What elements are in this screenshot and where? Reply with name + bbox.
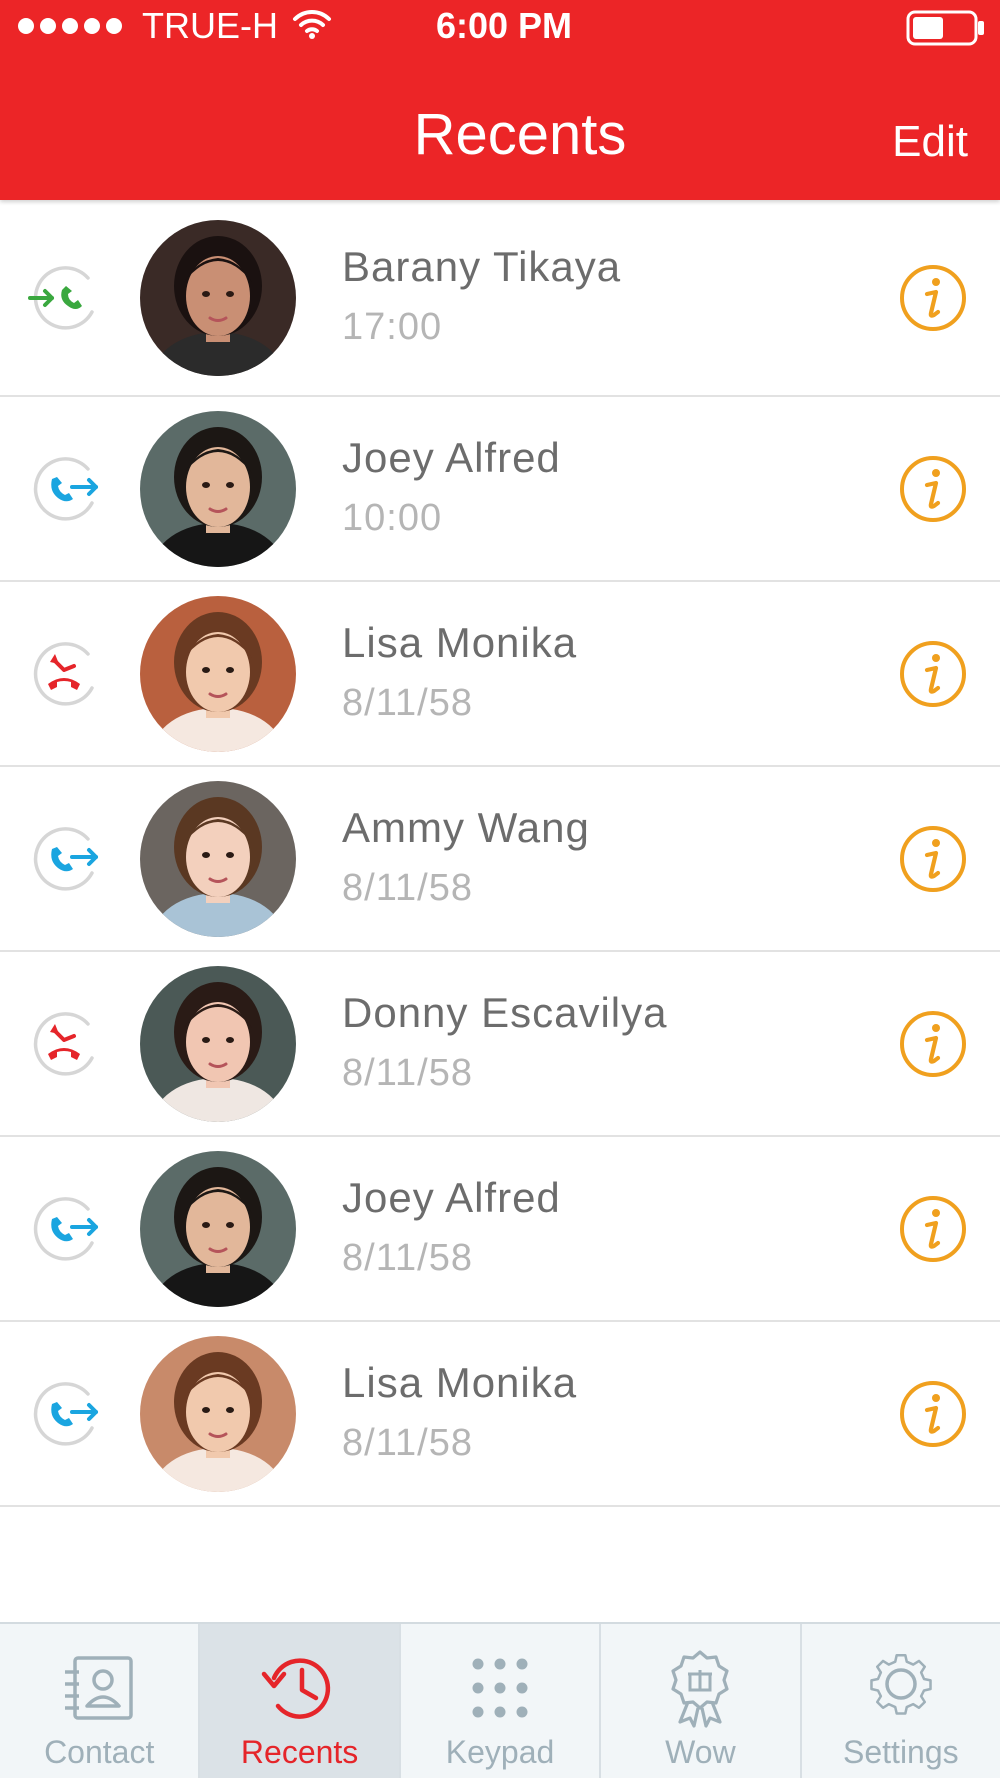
contact-name: Donny Escavilya <box>342 988 668 1036</box>
contact-name: Ammy Wang <box>342 803 590 851</box>
status-time: 6:00 PM <box>0 4 1000 48</box>
contact-card-icon <box>65 1656 133 1720</box>
contact-name: Barany Tikaya <box>342 242 622 290</box>
contact-name: Joey Alfred <box>342 433 561 481</box>
call-time: 8/11/58 <box>342 1051 473 1094</box>
app-header: TRUE-H 6:00 PM Recents Edit <box>0 0 1000 200</box>
contact-name: Joey Alfred <box>342 1173 561 1221</box>
call-time: 8/11/58 <box>342 1236 473 1279</box>
outgoing-call-icon <box>26 1191 102 1267</box>
tab-wow[interactable]: Wow <box>601 1624 802 1778</box>
info-icon[interactable] <box>898 1009 968 1079</box>
contact-name: Lisa Monika <box>342 618 578 666</box>
contact-name: Lisa Monika <box>342 1358 578 1406</box>
call-row[interactable]: Barany Tikaya 17:00 <box>0 200 1000 397</box>
keypad-icon <box>472 1658 528 1718</box>
call-row[interactable]: Joey Alfred 10:00 <box>0 397 1000 582</box>
tab-contact[interactable]: Contact <box>0 1624 201 1778</box>
call-time: 17:00 <box>342 305 443 348</box>
avatar <box>140 410 296 567</box>
call-time: 8/11/58 <box>342 681 473 724</box>
tab-label: Wow <box>665 1734 736 1770</box>
avatar <box>140 1335 296 1492</box>
recent-calls-list: Barany Tikaya 17:00 Joey Alfred 10:00 Lisa M… <box>0 200 1000 1507</box>
page-title: Recents <box>413 102 627 167</box>
info-icon[interactable] <box>898 454 968 524</box>
avatar <box>140 595 296 752</box>
info-icon[interactable] <box>898 1379 968 1449</box>
gear-icon <box>870 1653 932 1715</box>
call-row[interactable]: Lisa Monika 8/11/58 <box>0 582 1000 767</box>
status-time-text: 6:00 PM <box>435 5 573 46</box>
tab-label: Recents <box>240 1734 359 1770</box>
info-icon[interactable] <box>898 1194 968 1264</box>
gift-badge-icon <box>671 1650 730 1728</box>
battery-icon <box>906 10 984 46</box>
tab-label: Settings <box>843 1734 959 1770</box>
call-time: 8/11/58 <box>342 1421 473 1464</box>
outgoing-call-icon <box>26 821 102 897</box>
tab-settings[interactable]: Settings <box>802 1624 1000 1778</box>
avatar <box>140 965 296 1122</box>
call-row[interactable]: Joey Alfred 8/11/58 <box>0 1137 1000 1322</box>
tab-label: Contact <box>44 1734 155 1770</box>
tab-label: Keypad <box>445 1734 555 1770</box>
avatar <box>140 219 296 376</box>
info-icon[interactable] <box>898 639 968 709</box>
edit-button[interactable]: Edit <box>892 114 968 170</box>
avatar <box>140 780 296 937</box>
missed-call-icon <box>26 636 102 712</box>
avatar <box>140 1150 296 1307</box>
tab-bar: Contact Recents Keypad Wow Settings <box>0 1622 1000 1778</box>
call-time: 10:00 <box>342 496 443 539</box>
call-time: 8/11/58 <box>342 866 473 909</box>
call-row[interactable]: Ammy Wang 8/11/58 <box>0 767 1000 952</box>
info-icon[interactable] <box>898 263 968 333</box>
incoming-call-icon <box>26 260 102 336</box>
call-row[interactable]: Lisa Monika 8/11/58 <box>0 1322 1000 1507</box>
call-row[interactable]: Donny Escavilya 8/11/58 <box>0 952 1000 1137</box>
clock-history-icon <box>261 1658 330 1719</box>
info-icon[interactable] <box>898 824 968 894</box>
outgoing-call-icon <box>26 451 102 527</box>
status-bar: TRUE-H 6:00 PM <box>0 0 1000 52</box>
tab-keypad[interactable]: Keypad <box>401 1624 602 1778</box>
tab-recents[interactable]: Recents <box>200 1624 401 1778</box>
outgoing-call-icon <box>26 1376 102 1452</box>
missed-call-icon <box>26 1006 102 1082</box>
